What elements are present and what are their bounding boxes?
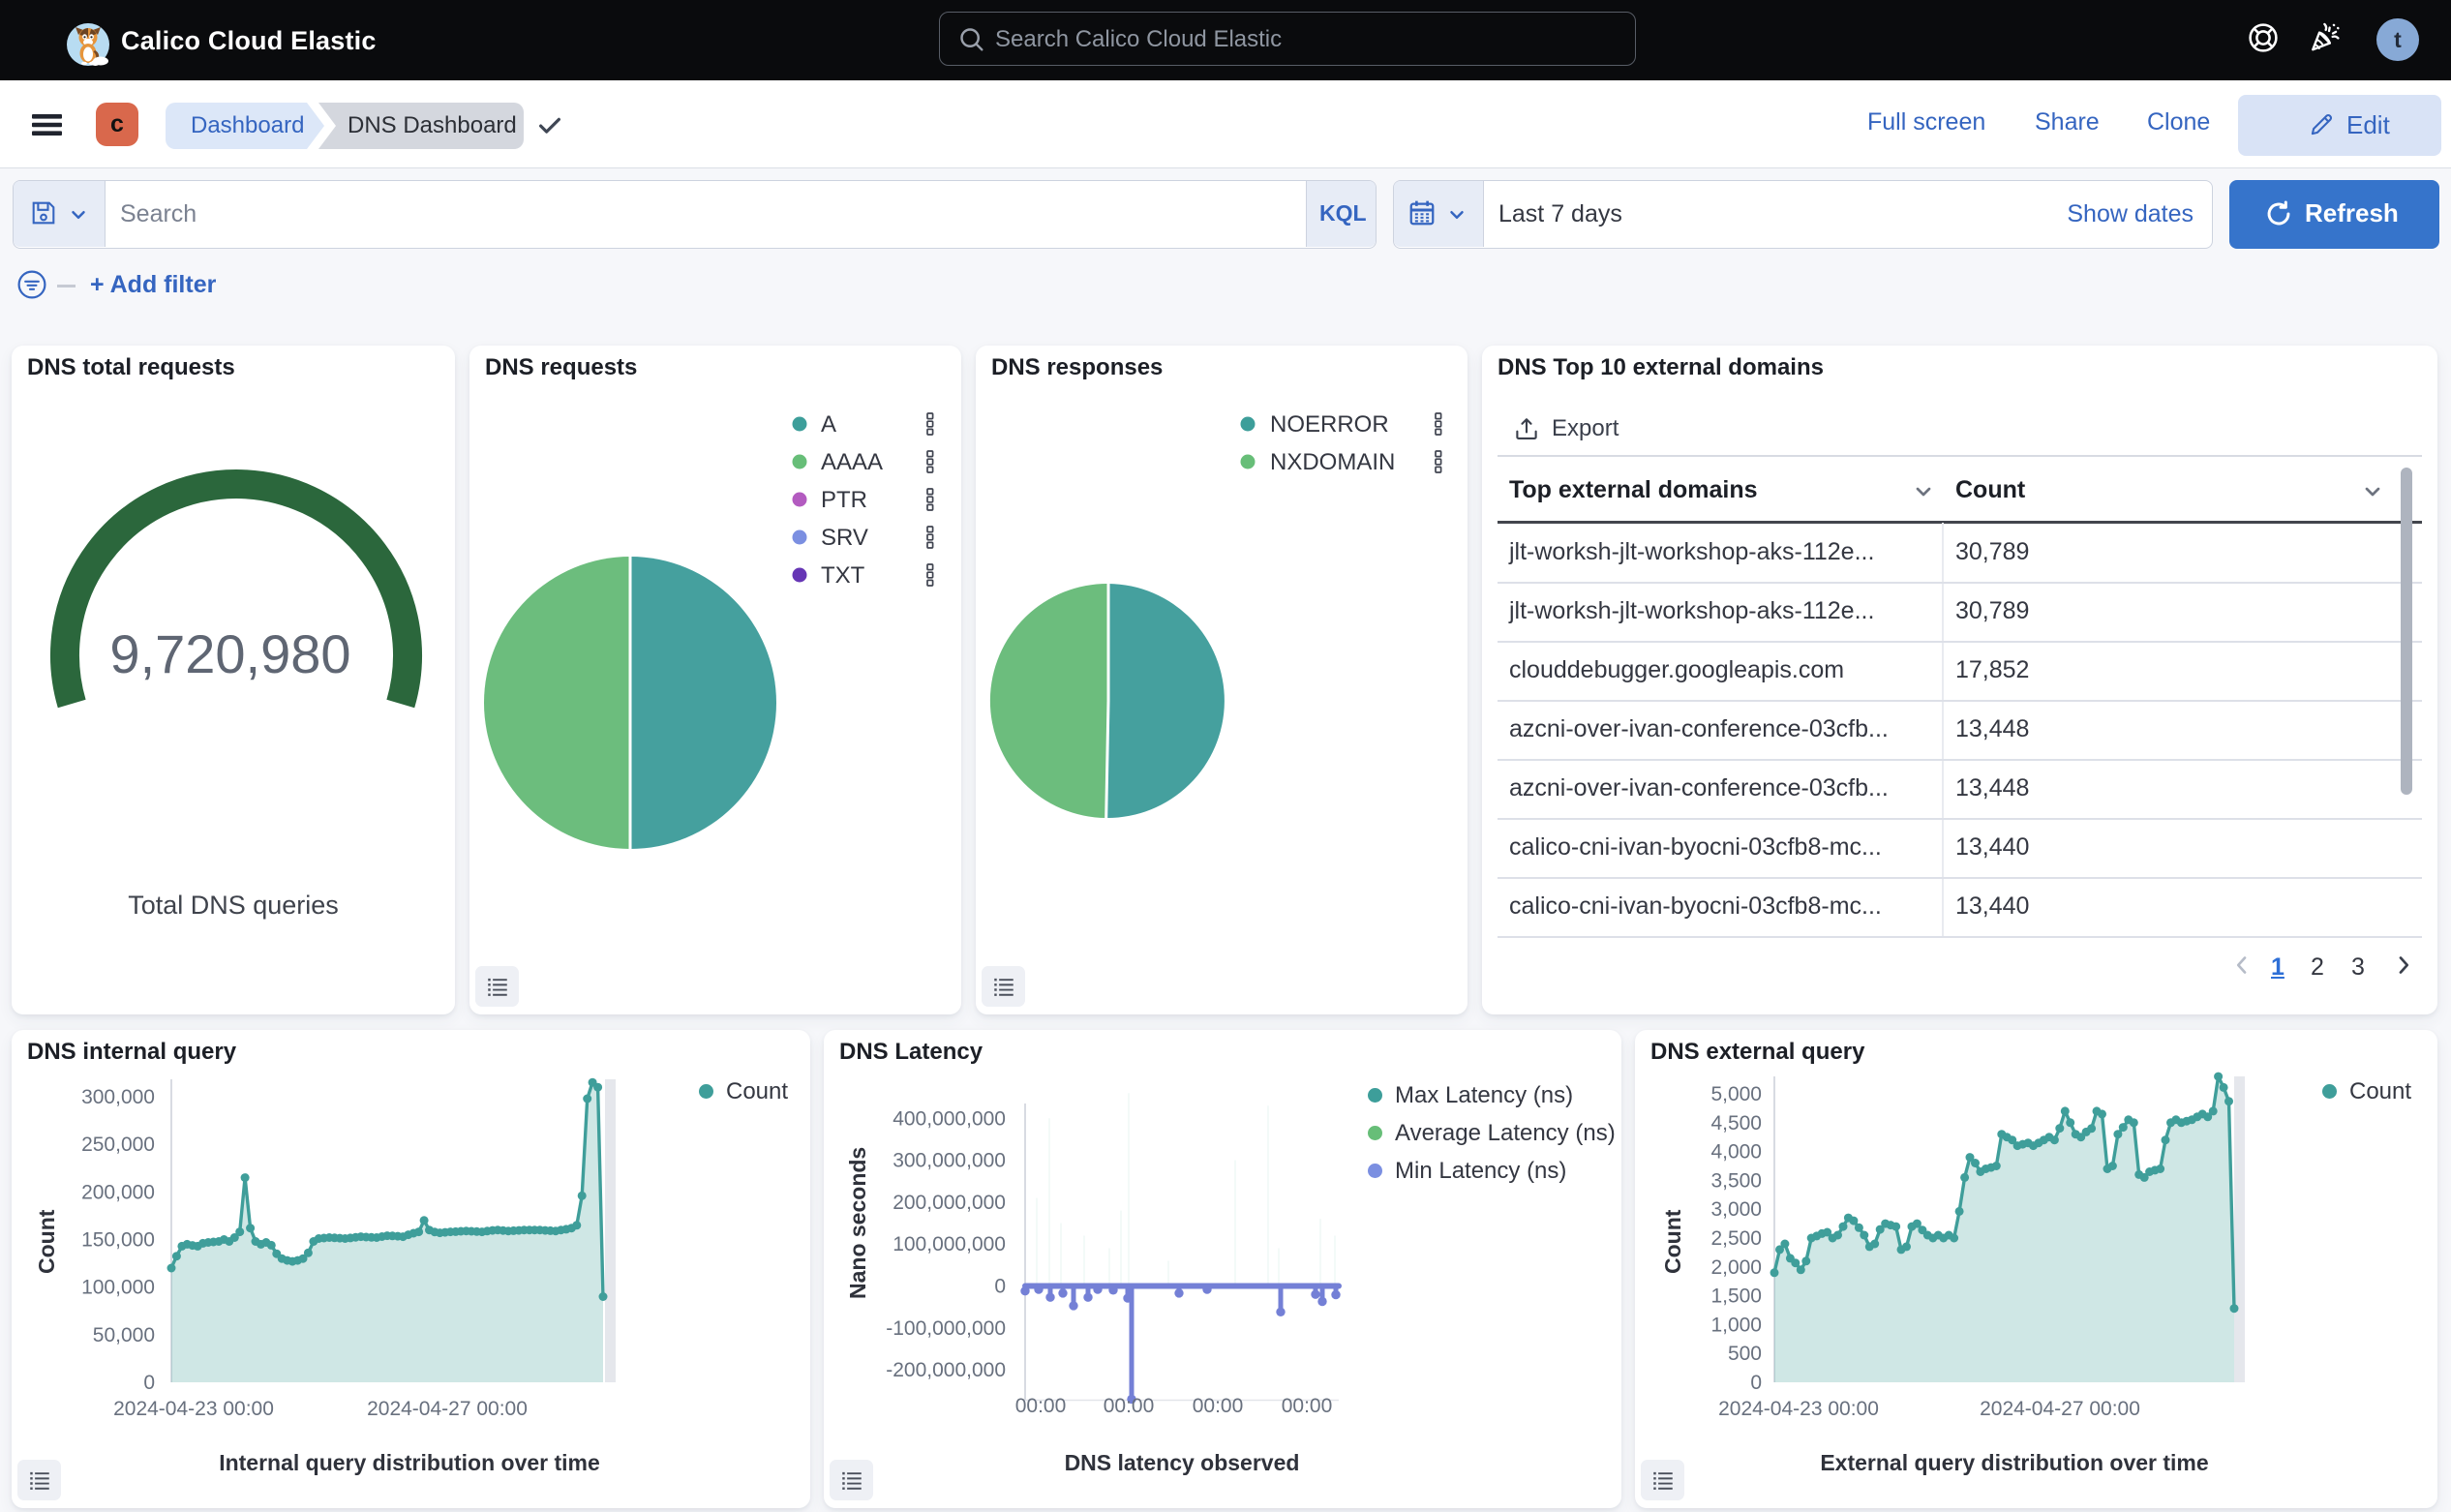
svg-text:PTR: PTR (821, 487, 867, 513)
svg-text:4,500: 4,500 (1710, 1112, 1762, 1134)
svg-text:Total DNS queries: Total DNS queries (128, 891, 339, 920)
svg-text:0: 0 (1750, 1372, 1762, 1394)
svg-text:2024-04-27 00:00: 2024-04-27 00:00 (367, 1398, 528, 1420)
svg-text:-100,000,000: -100,000,000 (886, 1317, 1006, 1340)
svg-text:2024-04-23 00:00: 2024-04-23 00:00 (113, 1398, 274, 1420)
svg-text:200,000,000: 200,000,000 (893, 1192, 1006, 1214)
svg-text:1,000: 1,000 (1710, 1314, 1762, 1336)
svg-text:150,000: 150,000 (81, 1229, 155, 1252)
svg-text:500: 500 (1728, 1343, 1762, 1365)
svg-text:TXT: TXT (821, 562, 865, 589)
svg-text:NOERROR: NOERROR (1270, 411, 1389, 438)
svg-text:2,500: 2,500 (1710, 1227, 1762, 1250)
svg-text:SRV: SRV (821, 525, 868, 551)
svg-text:4,000: 4,000 (1710, 1141, 1762, 1164)
svg-text:400,000,000: 400,000,000 (893, 1107, 1006, 1130)
svg-text:100,000,000: 100,000,000 (893, 1233, 1006, 1255)
svg-text:250,000: 250,000 (81, 1134, 155, 1156)
svg-text:00:00: 00:00 (1015, 1395, 1067, 1417)
svg-text:AAAA: AAAA (821, 449, 883, 475)
svg-text:300,000: 300,000 (81, 1086, 155, 1108)
svg-text:0: 0 (994, 1276, 1006, 1298)
svg-text:100,000: 100,000 (81, 1277, 155, 1299)
svg-text:0: 0 (143, 1372, 155, 1394)
svg-text:5,000: 5,000 (1710, 1083, 1762, 1105)
svg-text:A: A (821, 411, 836, 438)
svg-text:3,000: 3,000 (1710, 1198, 1762, 1221)
svg-text:3,500: 3,500 (1710, 1169, 1762, 1192)
svg-text:2,000: 2,000 (1710, 1256, 1762, 1279)
svg-text:2024-04-23 00:00: 2024-04-23 00:00 (1718, 1398, 1879, 1420)
svg-text:50,000: 50,000 (93, 1324, 155, 1346)
svg-text:NXDOMAIN: NXDOMAIN (1270, 449, 1395, 475)
svg-text:200,000: 200,000 (81, 1181, 155, 1203)
svg-text:1,500: 1,500 (1710, 1285, 1762, 1308)
svg-text:2024-04-27 00:00: 2024-04-27 00:00 (1980, 1398, 2140, 1420)
svg-text:00:00: 00:00 (1193, 1395, 1244, 1417)
svg-text:00:00: 00:00 (1282, 1395, 1333, 1417)
svg-text:300,000,000: 300,000,000 (893, 1150, 1006, 1172)
svg-text:-200,000,000: -200,000,000 (886, 1359, 1006, 1381)
svg-text:00:00: 00:00 (1104, 1395, 1155, 1417)
svg-text:9,720,980: 9,720,980 (109, 623, 350, 684)
